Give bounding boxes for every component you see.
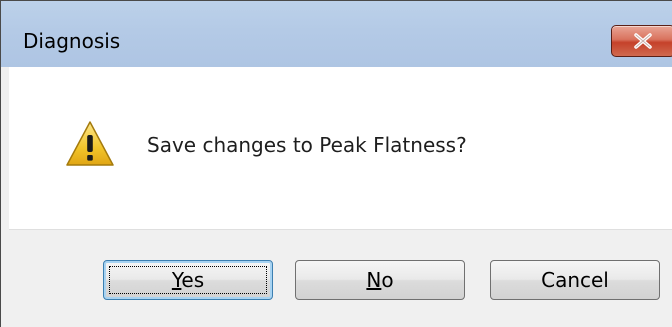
title-bar[interactable]: Diagnosis — [1, 1, 672, 67]
confirmation-message: Save changes to Peak Flatness? — [147, 133, 467, 157]
no-button[interactable]: No — [295, 260, 465, 300]
close-button[interactable] — [611, 25, 672, 57]
save-changes-dialog: Diagnosis Save changes to Peak Flatness? — [0, 0, 672, 327]
yes-button[interactable]: Yes — [103, 260, 273, 300]
message-area: Save changes to Peak Flatness? — [9, 67, 672, 229]
yes-mnemonic: Y — [171, 268, 182, 292]
yes-label-rest: es — [181, 268, 205, 292]
cancel-button[interactable]: Cancel — [490, 260, 660, 300]
close-x-icon — [634, 33, 652, 49]
warning-icon — [66, 121, 114, 166]
button-row: Yes No Cancel — [9, 229, 672, 327]
no-mnemonic: N — [366, 268, 382, 292]
window-title: Diagnosis — [23, 29, 121, 53]
no-label-rest: o — [381, 268, 394, 292]
